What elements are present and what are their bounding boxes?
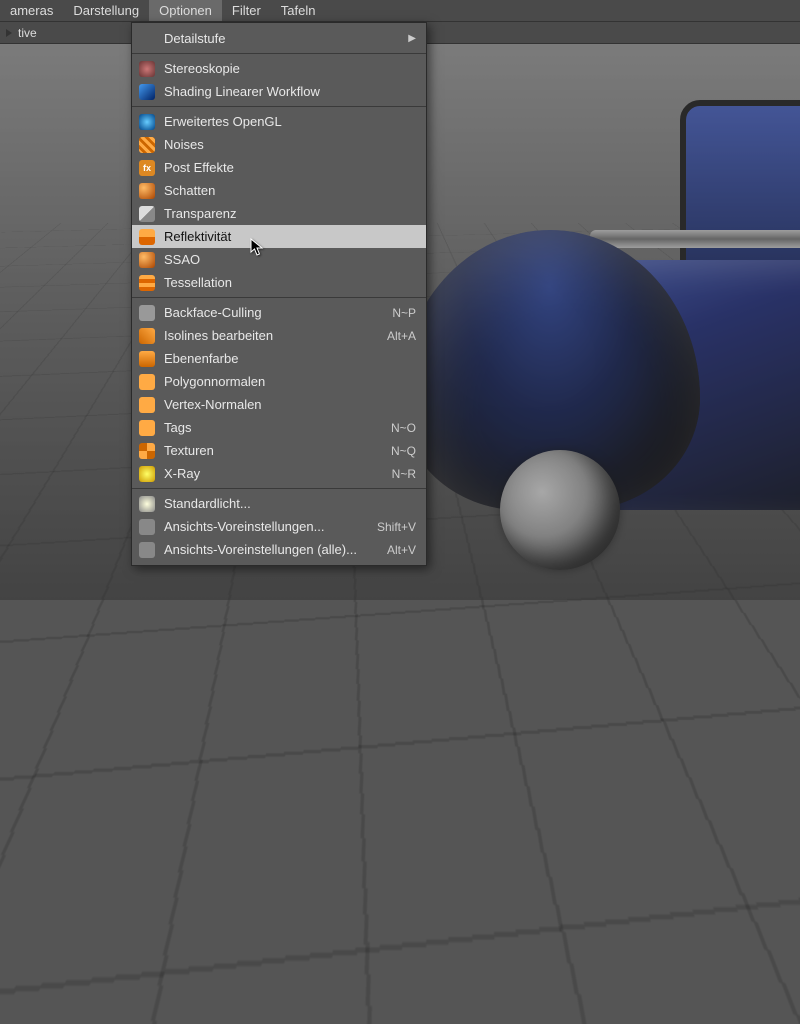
menu-item-label: Tags [164,420,391,435]
menu-item-texturen[interactable]: TexturenN~Q [132,439,426,462]
i-pref-icon [138,518,156,536]
menu-item-label: X-Ray [164,466,392,481]
menu-item-label: Noises [164,137,416,152]
menu-separator [132,488,426,489]
menu-item-tessellation[interactable]: Tessellation [132,271,426,294]
i-iso-icon [138,327,156,345]
menu-item-shortcut: Alt+A [387,329,416,343]
menu-item-label: Isolines bearbeiten [164,328,387,343]
menu-item-vertex-normalen[interactable]: Vertex-Normalen [132,393,426,416]
menu-item-transparenz[interactable]: Transparenz [132,202,426,225]
menu-item-label: Stereoskopie [164,61,416,76]
menu-item-label: Texturen [164,443,391,458]
menu-item-noises[interactable]: Noises [132,133,426,156]
mouse-cursor-icon [250,238,264,256]
menu-item-label: Standardlicht... [164,496,416,511]
i-refl-icon [138,228,156,246]
menu-optionen[interactable]: Optionen [149,0,222,21]
menu-item-polygonnormalen[interactable]: Polygonnormalen [132,370,426,393]
menu-darstellung[interactable]: Darstellung [63,0,149,21]
i-shadow-icon [138,182,156,200]
menu-item-label: Reflektivität [164,229,416,244]
menu-item-label: Polygonnormalen [164,374,416,389]
menu-item-schatten[interactable]: Schatten [132,179,426,202]
i-vnorm-icon [138,396,156,414]
i-back-icon [138,304,156,322]
menu-item-shortcut: N~Q [391,444,416,458]
menu-item-label: Post Effekte [164,160,416,175]
viewport-tab[interactable]: tive [18,26,37,40]
options-dropdown: Detailstufe▶ Stereoskopie Shading Linearer… [131,22,427,566]
menu-item-ssao[interactable]: SSAO [132,248,426,271]
menu-item-ansichts-voreinstellungen-[interactable]: Ansichts-Voreinstellungen...Shift+V [132,515,426,538]
menu-item-label: Shading Linearer Workflow [164,84,416,99]
menu-item-shortcut: N~O [391,421,416,435]
menubar: amerasDarstellungOptionenFilterTafeln [0,0,800,22]
i-fx-icon: fx [138,159,156,177]
menu-item-detailstufe[interactable]: Detailstufe▶ [132,27,426,50]
menu-item-label: Ansichts-Voreinstellungen (alle)... [164,542,387,557]
menu-item-label: Ebenenfarbe [164,351,416,366]
i-lwf-icon [138,83,156,101]
menu-item-tags[interactable]: TagsN~O [132,416,426,439]
menu-separator [132,53,426,54]
submenu-arrow-icon: ▶ [408,33,416,44]
i-pnorm-icon [138,373,156,391]
i-layer-icon [138,350,156,368]
menu-item-label: Erweitertes OpenGL [164,114,416,129]
i-trans-icon [138,205,156,223]
menu-item-label: SSAO [164,252,416,267]
blank-icon [138,30,156,48]
menu-tafeln[interactable]: Tafeln [271,0,326,21]
menu-item-ebenenfarbe[interactable]: Ebenenfarbe [132,347,426,370]
menu-item-shortcut: Alt+V [387,543,416,557]
menu-item-backface-culling[interactable]: Backface-CullingN~P [132,301,426,324]
i-xray-icon [138,465,156,483]
menu-item-stereoskopie[interactable]: Stereoskopie [132,57,426,80]
menu-item-label: Transparenz [164,206,416,221]
menu-item-post-effekte[interactable]: fx Post Effekte [132,156,426,179]
menu-item-shading-linearer-workflow[interactable]: Shading Linearer Workflow [132,80,426,103]
i-stereo-icon [138,60,156,78]
menu-item-label: Vertex-Normalen [164,397,416,412]
menu-item-standardlicht-[interactable]: Standardlicht... [132,492,426,515]
menu-item-isolines-bearbeiten[interactable]: Isolines bearbeitenAlt+A [132,324,426,347]
menu-ameras[interactable]: ameras [0,0,63,21]
menu-item-shortcut: N~P [392,306,416,320]
menu-item-erweitertes-opengl[interactable]: Erweitertes OpenGL [132,110,426,133]
menu-item-label: Backface-Culling [164,305,392,320]
i-light-icon [138,495,156,513]
menu-item-label: Detailstufe [164,31,408,46]
i-ssao-icon [138,251,156,269]
menu-item-reflektivit-t[interactable]: Reflektivität [132,225,426,248]
menu-item-ansichts-voreinstellungen-alle-[interactable]: Ansichts-Voreinstellungen (alle)...Alt+V [132,538,426,561]
menu-item-shortcut: N~R [392,467,416,481]
menu-filter[interactable]: Filter [222,0,271,21]
i-tags-icon [138,419,156,437]
i-tess-icon [138,274,156,292]
menu-item-label: Schatten [164,183,416,198]
menu-item-label: Tessellation [164,275,416,290]
menu-item-label: Ansichts-Voreinstellungen... [164,519,377,534]
menu-item-x-ray[interactable]: X-RayN~R [132,462,426,485]
menu-item-shortcut: Shift+V [377,520,416,534]
menu-separator [132,106,426,107]
menu-separator [132,297,426,298]
i-ogl-icon [138,113,156,131]
i-pref-icon [138,541,156,559]
i-noise-icon [138,136,156,154]
i-tex-icon [138,442,156,460]
